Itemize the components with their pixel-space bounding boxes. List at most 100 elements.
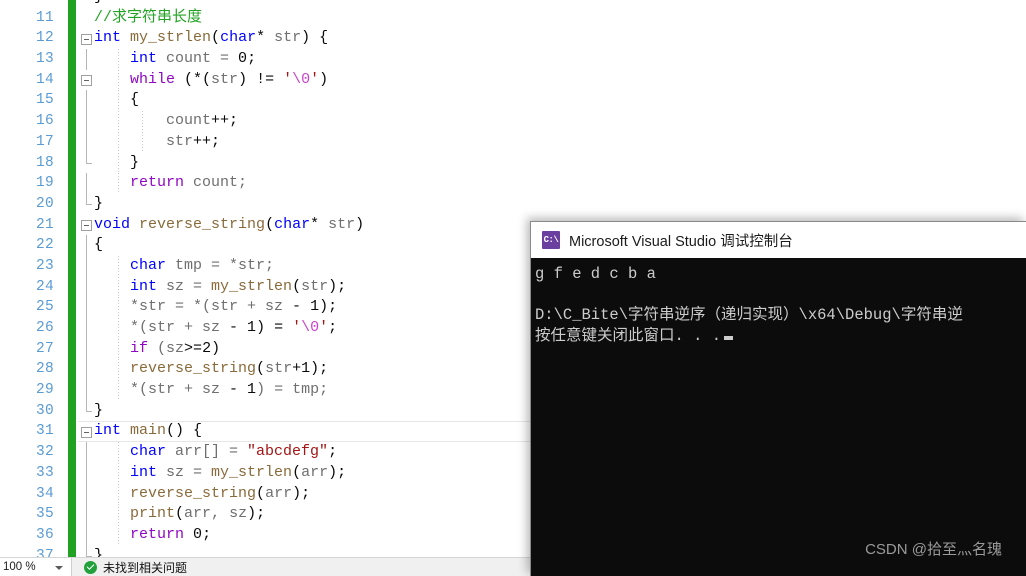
line-number: 28 [35, 361, 54, 378]
code-token: arr [265, 484, 293, 502]
fold-guide-line [86, 111, 87, 132]
code-text: } [94, 194, 103, 215]
code-token: 1 [310, 298, 320, 316]
code-text: reverse_string(arr); [94, 484, 310, 505]
code-token: ) { [301, 29, 329, 47]
code-token: char [274, 215, 311, 233]
collapse-toggle-icon[interactable] [81, 426, 92, 438]
console-icon-glyph: C:\ [543, 235, 559, 245]
code-token: 1 [247, 319, 257, 336]
line-number: 15 [35, 92, 54, 109]
code-token: >= [184, 339, 203, 357]
code-line[interactable]: 11 //求字符串长度 [0, 8, 1026, 29]
line-number: 10 [0, 0, 54, 8]
chevron-down-icon[interactable] [55, 565, 63, 570]
fold-guide-line [86, 173, 87, 194]
code-token: ); [247, 505, 266, 523]
code-token: { [94, 236, 104, 254]
code-token: * [256, 29, 275, 47]
issue-status[interactable]: 未找到相关问题 [84, 559, 187, 576]
collapse-toggle-icon[interactable] [81, 220, 92, 232]
console-window-title: Microsoft Visual Studio 调试控制台 [569, 233, 793, 250]
line-number: 35 [35, 506, 54, 523]
code-text: } [94, 546, 103, 557]
code-text: str++; [94, 132, 220, 153]
code-token: if [130, 339, 149, 357]
console-output-area[interactable]: g f e d c b a D:\C_Bite\字符串逆序（递归实现）\x64\D… [531, 258, 1026, 576]
code-token: int [130, 463, 158, 481]
line-number: 34 [35, 485, 54, 502]
collapse-toggle-icon[interactable] [81, 33, 92, 45]
code-text: } [94, 401, 103, 422]
code-line[interactable]: 16 count++; [0, 111, 1026, 132]
code-text: return 0; [94, 525, 211, 546]
code-token: count = [157, 50, 239, 68]
code-token: arr[] = [166, 443, 248, 461]
code-line[interactable]: 17 str++; [0, 131, 1026, 153]
fold-guide-line [86, 462, 87, 484]
code-token: main [130, 422, 167, 440]
code-text: if (sz>=2) [94, 339, 220, 360]
code-token: sz = [157, 463, 212, 481]
code-token: ; [202, 525, 212, 543]
code-line[interactable]: 14 while (*(str) != '\0') [0, 69, 1026, 91]
code-token: char [220, 29, 257, 47]
console-output-line: g f e d c b a [535, 265, 656, 283]
debug-console-window[interactable]: C:\ Microsoft Visual Studio 调试控制台 g f e … [530, 221, 1026, 576]
code-token: my_strlen [130, 29, 212, 47]
line-number: 36 [35, 526, 54, 543]
code-token: ( [292, 277, 302, 295]
code-line[interactable]: 18 } [0, 152, 1026, 174]
code-text: *(str + sz - 1) = '\0'; [94, 318, 337, 339]
fold-guide-line [86, 90, 87, 112]
code-token: ); [319, 298, 338, 316]
code-token: (sz [148, 339, 185, 357]
line-number: 27 [35, 340, 54, 357]
code-line[interactable]: 19 return count; [0, 173, 1026, 194]
code-text: int my_strlen(char* str) { [94, 28, 328, 49]
line-number: 22 [35, 237, 54, 254]
code-text: while (*(str) != '\0') [94, 70, 328, 91]
line-number: 25 [35, 299, 54, 316]
zoom-level-combobox[interactable]: 100 % [0, 557, 72, 576]
console-title-bar[interactable]: C:\ Microsoft Visual Studio 调试控制台 [531, 222, 1026, 258]
line-number: 32 [35, 444, 54, 461]
fold-guide-end [86, 193, 92, 205]
code-token: void [94, 215, 131, 233]
line-number: 14 [35, 71, 54, 88]
line-number: 12 [35, 30, 54, 47]
code-line[interactable]: 20} [0, 193, 1026, 215]
code-text: int count = 0; [94, 49, 256, 70]
fold-guide-line [86, 483, 87, 505]
line-number: 21 [35, 216, 54, 233]
line-number: 13 [35, 51, 54, 68]
code-line[interactable]: 13 int count = 0; [0, 49, 1026, 70]
fold-guide-line [86, 524, 87, 546]
code-token: ); [292, 484, 311, 502]
line-number: 20 [35, 195, 54, 212]
code-token: ) [355, 215, 365, 233]
code-line[interactable]: 15 { [0, 90, 1026, 112]
line-number: 19 [35, 175, 54, 192]
code-text: } [94, 153, 139, 174]
code-token: ( [256, 484, 266, 502]
code-token: } [94, 194, 104, 212]
fold-guide-end [86, 400, 92, 412]
fold-guide-line [86, 131, 87, 153]
code-line[interactable]: 10} [0, 0, 1026, 8]
line-number: 29 [35, 382, 54, 399]
collapse-toggle-icon[interactable] [81, 75, 92, 87]
code-line[interactable]: 12 int my_strlen(char* str) { [0, 28, 1026, 49]
console-output-line: 按任意键关闭此窗口. . . [535, 326, 1026, 347]
code-text: char arr[] = "abcdefg"; [94, 442, 337, 463]
code-token: , sz [211, 505, 248, 523]
code-token: + [292, 360, 302, 378]
fold-guide-line [86, 49, 87, 70]
